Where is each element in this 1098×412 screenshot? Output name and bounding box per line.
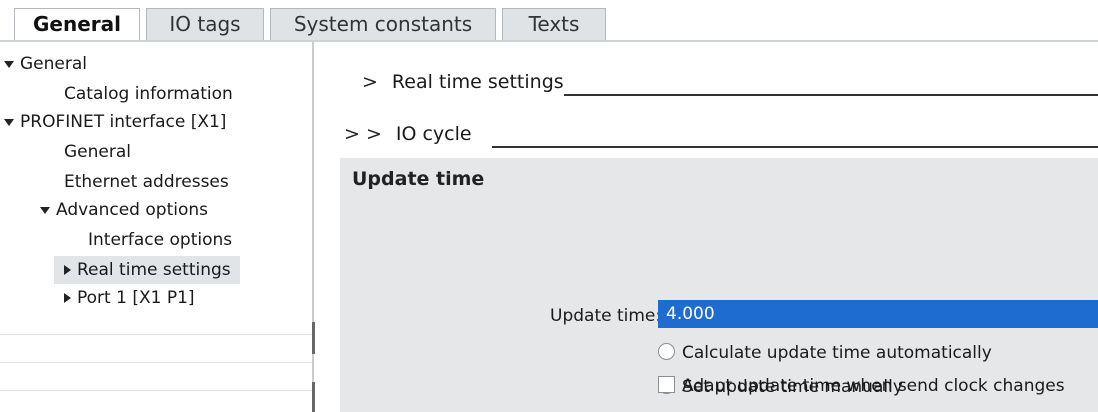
radio-label: Calculate update time automatically [682,343,992,363]
checkbox-label: Adapt update time when send clock change… [682,376,1065,396]
tree-item-label: Port 1 [X1 P1] [77,288,195,308]
tree-item-interface-options[interactable]: Interface options [88,226,232,254]
radio-unchecked-icon[interactable] [658,342,675,360]
tab-general[interactable]: General [14,8,140,42]
splitter-grip[interactable] [312,382,315,412]
tree-item-interface-general[interactable]: General [64,138,131,166]
properties-content: > Real time settings > > IO cycle Update t… [340,42,1098,412]
tree-item-label: General [20,54,87,74]
tab-bar: General IO tags System constants Texts [0,0,1098,42]
tree-divider [0,362,312,363]
chevron-double-right-icon: > > [344,123,382,145]
expand-right-icon[interactable] [64,265,71,275]
tree-item-label: Interface options [88,230,233,250]
tree-item-label: General [64,142,131,162]
expand-down-icon[interactable] [4,118,14,126]
tree-item-real-time-settings[interactable]: Real time settings [54,256,240,284]
tree-item-catalog-information[interactable]: Catalog information [64,80,233,108]
expand-right-icon[interactable] [64,293,71,303]
tab-io-tags[interactable]: IO tags [146,8,264,41]
splitter-grip[interactable] [312,322,315,354]
radio-calculate-automatically[interactable]: Calculate update time automatically [658,340,992,366]
tree-divider [0,334,312,335]
tree-divider [0,390,312,391]
breadcrumb-io-cycle[interactable]: > > IO cycle [344,116,472,152]
tree-item-general[interactable]: General [4,50,87,78]
breadcrumb-real-time-settings[interactable]: > Real time settings [362,64,564,100]
section-rule [564,94,1098,96]
section-heading: Real time settings [391,71,564,93]
tree-item-label: Catalog information [64,84,233,104]
adapt-update-time-checkbox[interactable]: Adapt update time when send clock change… [658,373,1065,399]
checkbox-unchecked-icon[interactable] [658,375,675,393]
tree-item-profinet-interface[interactable]: PROFINET interface [X1] [4,108,226,136]
tab-texts[interactable]: Texts [502,8,606,41]
navigation-tree: General Catalog information PROFINET int… [0,42,312,412]
tree-item-label: Advanced options [56,200,208,220]
panel-title: Update time [352,168,485,190]
section-rule [492,146,1098,148]
tree-item-label: Real time settings [77,260,231,280]
update-time-label: Update time: [550,306,662,326]
tree-item-label: Ethernet addresses [64,172,229,192]
splitter-line [312,42,314,412]
tab-system-constants[interactable]: System constants [270,8,496,41]
tree-item-label: PROFINET interface [X1] [20,112,227,132]
tree-item-advanced-options[interactable]: Advanced options [40,196,208,224]
pane-splitter[interactable] [312,42,340,412]
section-heading: IO cycle [395,123,472,145]
expand-down-icon[interactable] [40,206,50,214]
update-time-input[interactable] [658,300,1098,328]
tree-item-port-1[interactable]: Port 1 [X1 P1] [64,284,195,312]
tree-item-ethernet-addresses[interactable]: Ethernet addresses [64,168,229,196]
expand-down-icon[interactable] [4,60,14,68]
chevron-right-icon: > [362,71,378,93]
